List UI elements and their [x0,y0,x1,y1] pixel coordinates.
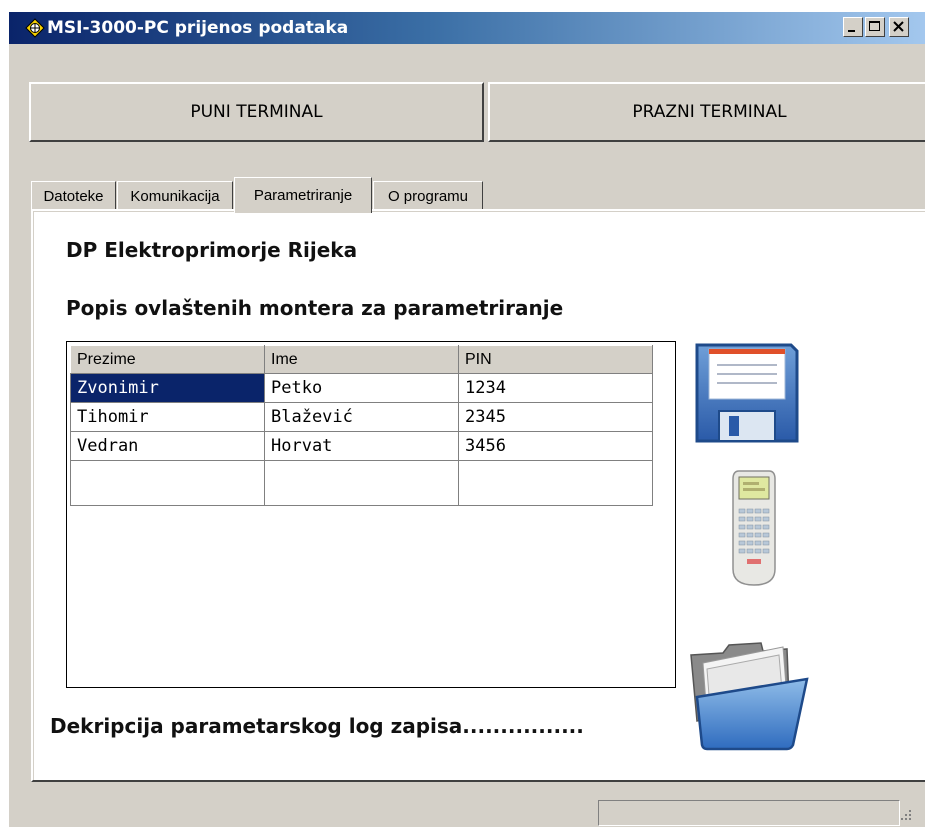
table-row[interactable]: Tihomir Blažević 2345 [70,402,653,432]
status-field [598,800,900,826]
grid-cell-empty[interactable] [458,460,653,506]
status-bar [9,788,925,828]
column-header-prezime[interactable]: Prezime [70,345,265,374]
close-button[interactable] [889,17,909,37]
grid-cell-ime[interactable]: Blažević [264,402,459,432]
grid-cell-pin[interactable]: 2345 [458,402,653,432]
open-folder-icon[interactable] [683,641,813,751]
application-window: MSI-3000-PC prijenos podataka PUNI TERMI… [8,12,925,827]
title-bar[interactable]: MSI-3000-PC prijenos podataka [9,12,925,44]
grid-cell-prezime[interactable]: Tihomir [70,402,265,432]
save-icon[interactable] [691,341,801,449]
list-title: Popis ovlaštenih montera za parametriran… [66,296,564,320]
tab-o-programu[interactable]: O programu [373,181,483,211]
table-row[interactable]: Zvonimir Petko 1234 [70,373,653,403]
terminal-icon[interactable] [729,469,779,589]
tab-datoteke[interactable]: Datoteke [31,181,116,211]
technicians-grid[interactable]: Prezime Ime PIN Zvonimir Petko 1234 Tiho… [66,341,676,688]
grid-cell-ime[interactable]: Horvat [264,431,459,461]
maximize-icon [869,21,880,31]
grid-cell-pin[interactable]: 1234 [458,373,653,403]
resize-grip-icon[interactable] [897,806,913,822]
company-name: DP Elektroprimorje Rijeka [66,238,358,262]
grid-cell-pin[interactable]: 3456 [458,431,653,461]
grid-cell-empty[interactable] [70,460,265,506]
full-terminal-button[interactable]: PUNI TERMINAL [29,82,484,142]
app-logo-icon [25,18,45,38]
table-row[interactable]: Vedran Horvat 3456 [70,431,653,461]
minimize-button[interactable] [843,17,863,37]
decrypt-log-label[interactable]: Dekripcija parametarskog log zapisa.....… [50,714,584,738]
column-header-ime[interactable]: Ime [264,345,459,374]
grid-cell-prezime[interactable]: Vedran [70,431,265,461]
empty-terminal-button[interactable]: PRAZNI TERMINAL [488,82,925,142]
grid-cell-ime[interactable]: Petko [264,373,459,403]
minimize-icon [848,30,855,32]
tab-parametriranje[interactable]: Parametriranje [234,177,372,213]
grid-header-row: Prezime Ime PIN [70,345,653,374]
window-title: MSI-3000-PC prijenos podataka [47,18,349,38]
maximize-button[interactable] [865,17,885,37]
tab-komunikacija[interactable]: Komunikacija [117,181,233,211]
close-icon [893,21,904,32]
column-header-pin[interactable]: PIN [458,345,653,374]
grid-cell-empty[interactable] [264,460,459,506]
new-row[interactable] [70,460,653,506]
tab-panel-parametriranje: DP Elektroprimorje Rijeka Popis ovlašten… [31,209,925,782]
grid-cell-prezime[interactable]: Zvonimir [70,373,265,403]
